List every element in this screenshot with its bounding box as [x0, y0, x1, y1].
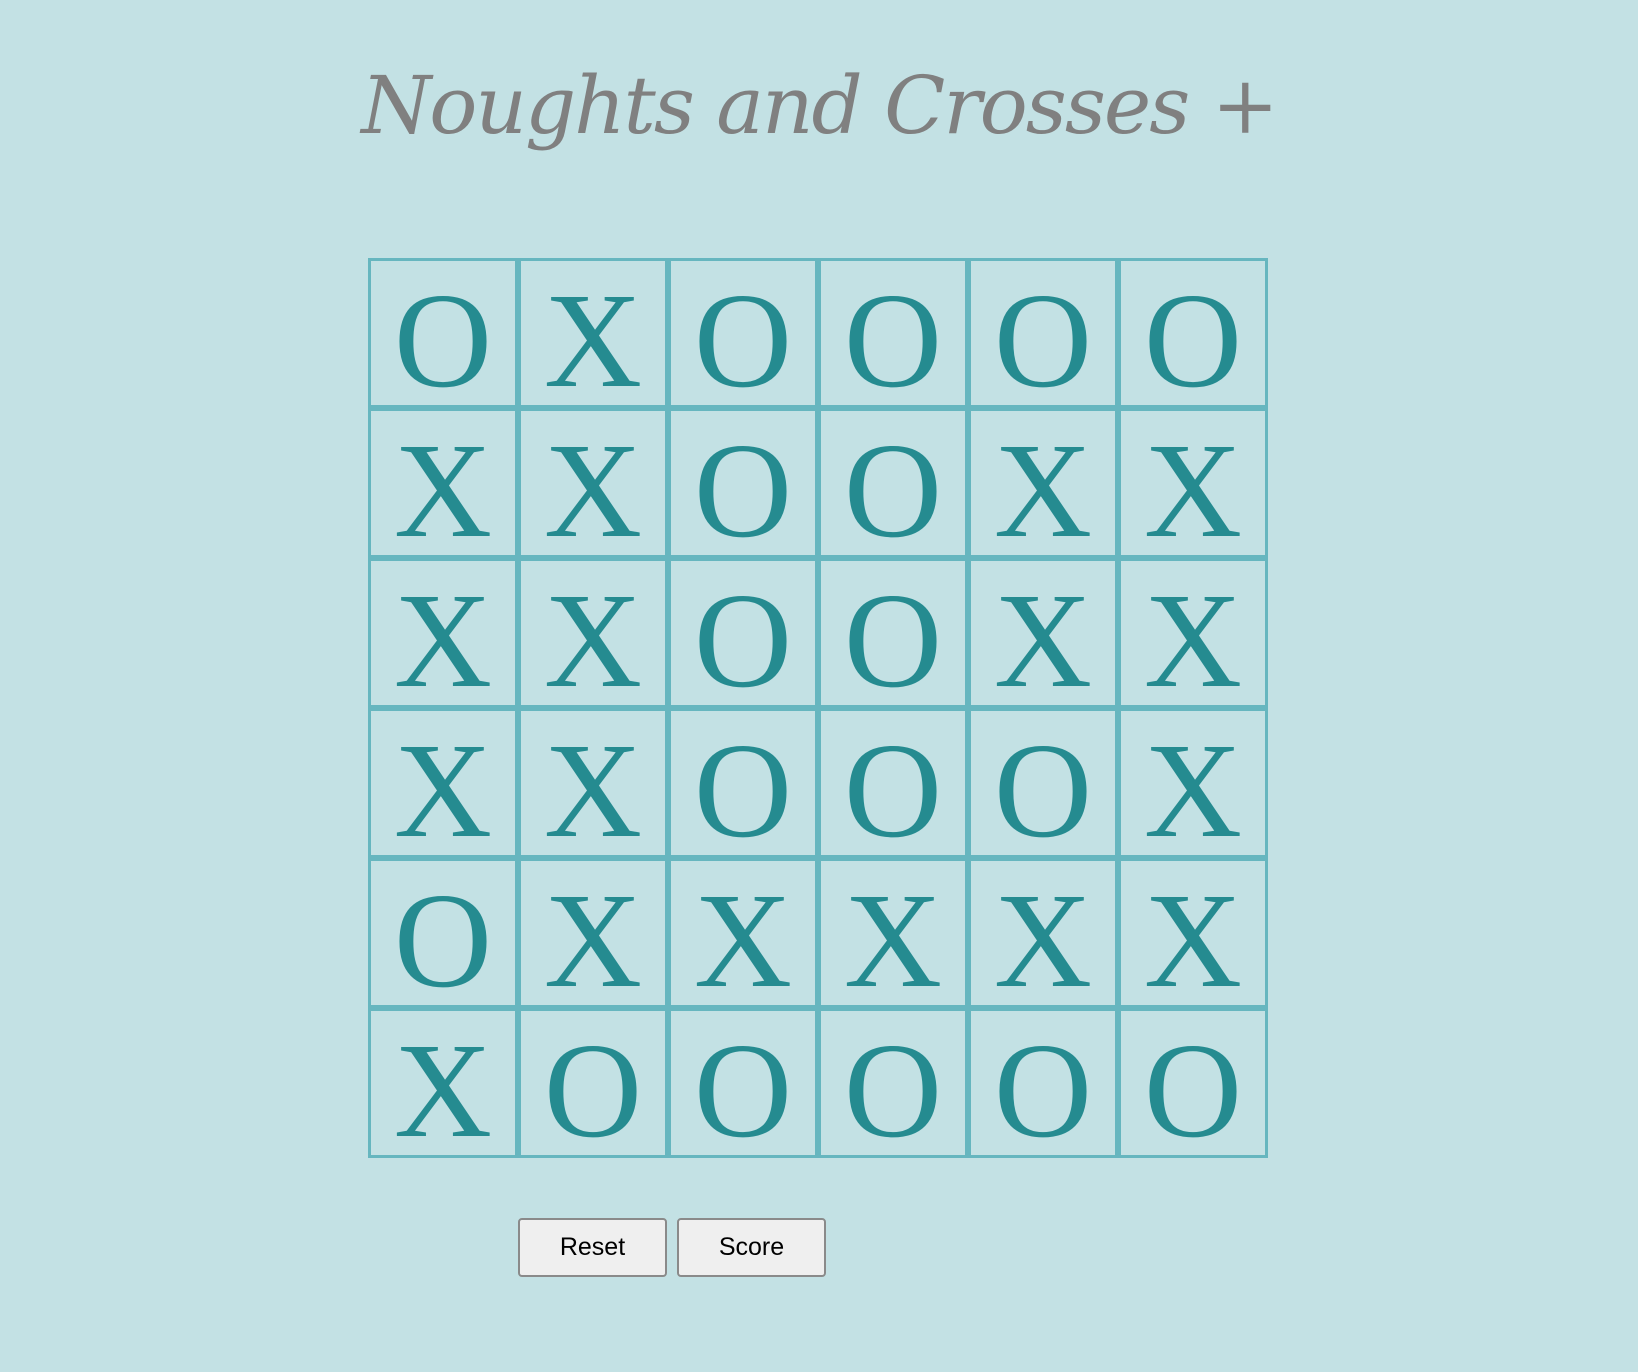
- board-cell[interactable]: O: [371, 261, 515, 405]
- board-cell[interactable]: O: [1121, 261, 1265, 405]
- cross-mark: X: [393, 566, 493, 705]
- nought-mark: O: [843, 716, 943, 855]
- board-cell[interactable]: X: [1121, 861, 1265, 1005]
- board-cell[interactable]: X: [521, 261, 665, 405]
- cross-mark: X: [993, 566, 1093, 705]
- nought-mark: O: [843, 416, 943, 555]
- board-cell[interactable]: O: [821, 561, 965, 705]
- game-board: OXOOOOXXOOXXXXOOXXXXOOOXOXXXXXXOOOOO: [368, 258, 1268, 1158]
- board-cell[interactable]: X: [971, 561, 1115, 705]
- cross-mark: X: [1143, 716, 1243, 855]
- nought-mark: O: [393, 266, 493, 405]
- board-cell[interactable]: O: [521, 1011, 665, 1155]
- board-cell[interactable]: O: [1121, 1011, 1265, 1155]
- board-cell[interactable]: O: [671, 411, 815, 555]
- cross-mark: X: [543, 266, 643, 405]
- board-cell[interactable]: O: [671, 561, 815, 705]
- board-cell[interactable]: O: [671, 261, 815, 405]
- cross-mark: X: [393, 416, 493, 555]
- board-cell[interactable]: O: [971, 711, 1115, 855]
- board-cell[interactable]: X: [371, 1011, 515, 1155]
- board-cell[interactable]: O: [821, 261, 965, 405]
- cross-mark: X: [543, 716, 643, 855]
- board-cell[interactable]: X: [671, 861, 815, 1005]
- button-bar: Reset Score: [518, 1218, 826, 1277]
- nought-mark: O: [1143, 1016, 1243, 1155]
- board-cell[interactable]: X: [371, 411, 515, 555]
- board-cell[interactable]: X: [521, 861, 665, 1005]
- nought-mark: O: [993, 266, 1093, 405]
- nought-mark: O: [393, 866, 493, 1005]
- nought-mark: O: [843, 1016, 943, 1155]
- score-button[interactable]: Score: [677, 1218, 826, 1277]
- board-cell[interactable]: X: [1121, 561, 1265, 705]
- cross-mark: X: [993, 866, 1093, 1005]
- cross-mark: X: [1143, 416, 1243, 555]
- cross-mark: X: [393, 1016, 493, 1155]
- board-cell[interactable]: O: [821, 411, 965, 555]
- page-title: Noughts and Crosses +: [361, 59, 1279, 152]
- nought-mark: O: [543, 1016, 643, 1155]
- board-cell[interactable]: X: [1121, 411, 1265, 555]
- cross-mark: X: [1143, 866, 1243, 1005]
- cross-mark: X: [693, 866, 793, 1005]
- board-cell[interactable]: O: [671, 711, 815, 855]
- board-cell[interactable]: X: [521, 561, 665, 705]
- nought-mark: O: [693, 1016, 793, 1155]
- cross-mark: X: [543, 566, 643, 705]
- nought-mark: O: [993, 1016, 1093, 1155]
- board-cell[interactable]: X: [371, 561, 515, 705]
- board-cell[interactable]: X: [521, 711, 665, 855]
- cross-mark: X: [843, 866, 943, 1005]
- board-cell[interactable]: X: [1121, 711, 1265, 855]
- nought-mark: O: [693, 266, 793, 405]
- board-cell[interactable]: O: [821, 1011, 965, 1155]
- board-cell[interactable]: O: [821, 711, 965, 855]
- board-cell[interactable]: X: [521, 411, 665, 555]
- reset-button[interactable]: Reset: [518, 1218, 667, 1277]
- board-cell[interactable]: X: [371, 711, 515, 855]
- board-cell[interactable]: O: [971, 261, 1115, 405]
- cross-mark: X: [543, 866, 643, 1005]
- nought-mark: O: [843, 566, 943, 705]
- cross-mark: X: [1143, 566, 1243, 705]
- nought-mark: O: [693, 566, 793, 705]
- board-cell[interactable]: O: [371, 861, 515, 1005]
- board-cell[interactable]: X: [971, 861, 1115, 1005]
- cross-mark: X: [543, 416, 643, 555]
- nought-mark: O: [1143, 266, 1243, 405]
- board-cell[interactable]: X: [971, 411, 1115, 555]
- nought-mark: O: [843, 266, 943, 405]
- nought-mark: O: [693, 416, 793, 555]
- board-cell[interactable]: O: [671, 1011, 815, 1155]
- board-cell[interactable]: X: [821, 861, 965, 1005]
- nought-mark: O: [693, 716, 793, 855]
- board-cell[interactable]: O: [971, 1011, 1115, 1155]
- cross-mark: X: [993, 416, 1093, 555]
- nought-mark: O: [993, 716, 1093, 855]
- cross-mark: X: [393, 716, 493, 855]
